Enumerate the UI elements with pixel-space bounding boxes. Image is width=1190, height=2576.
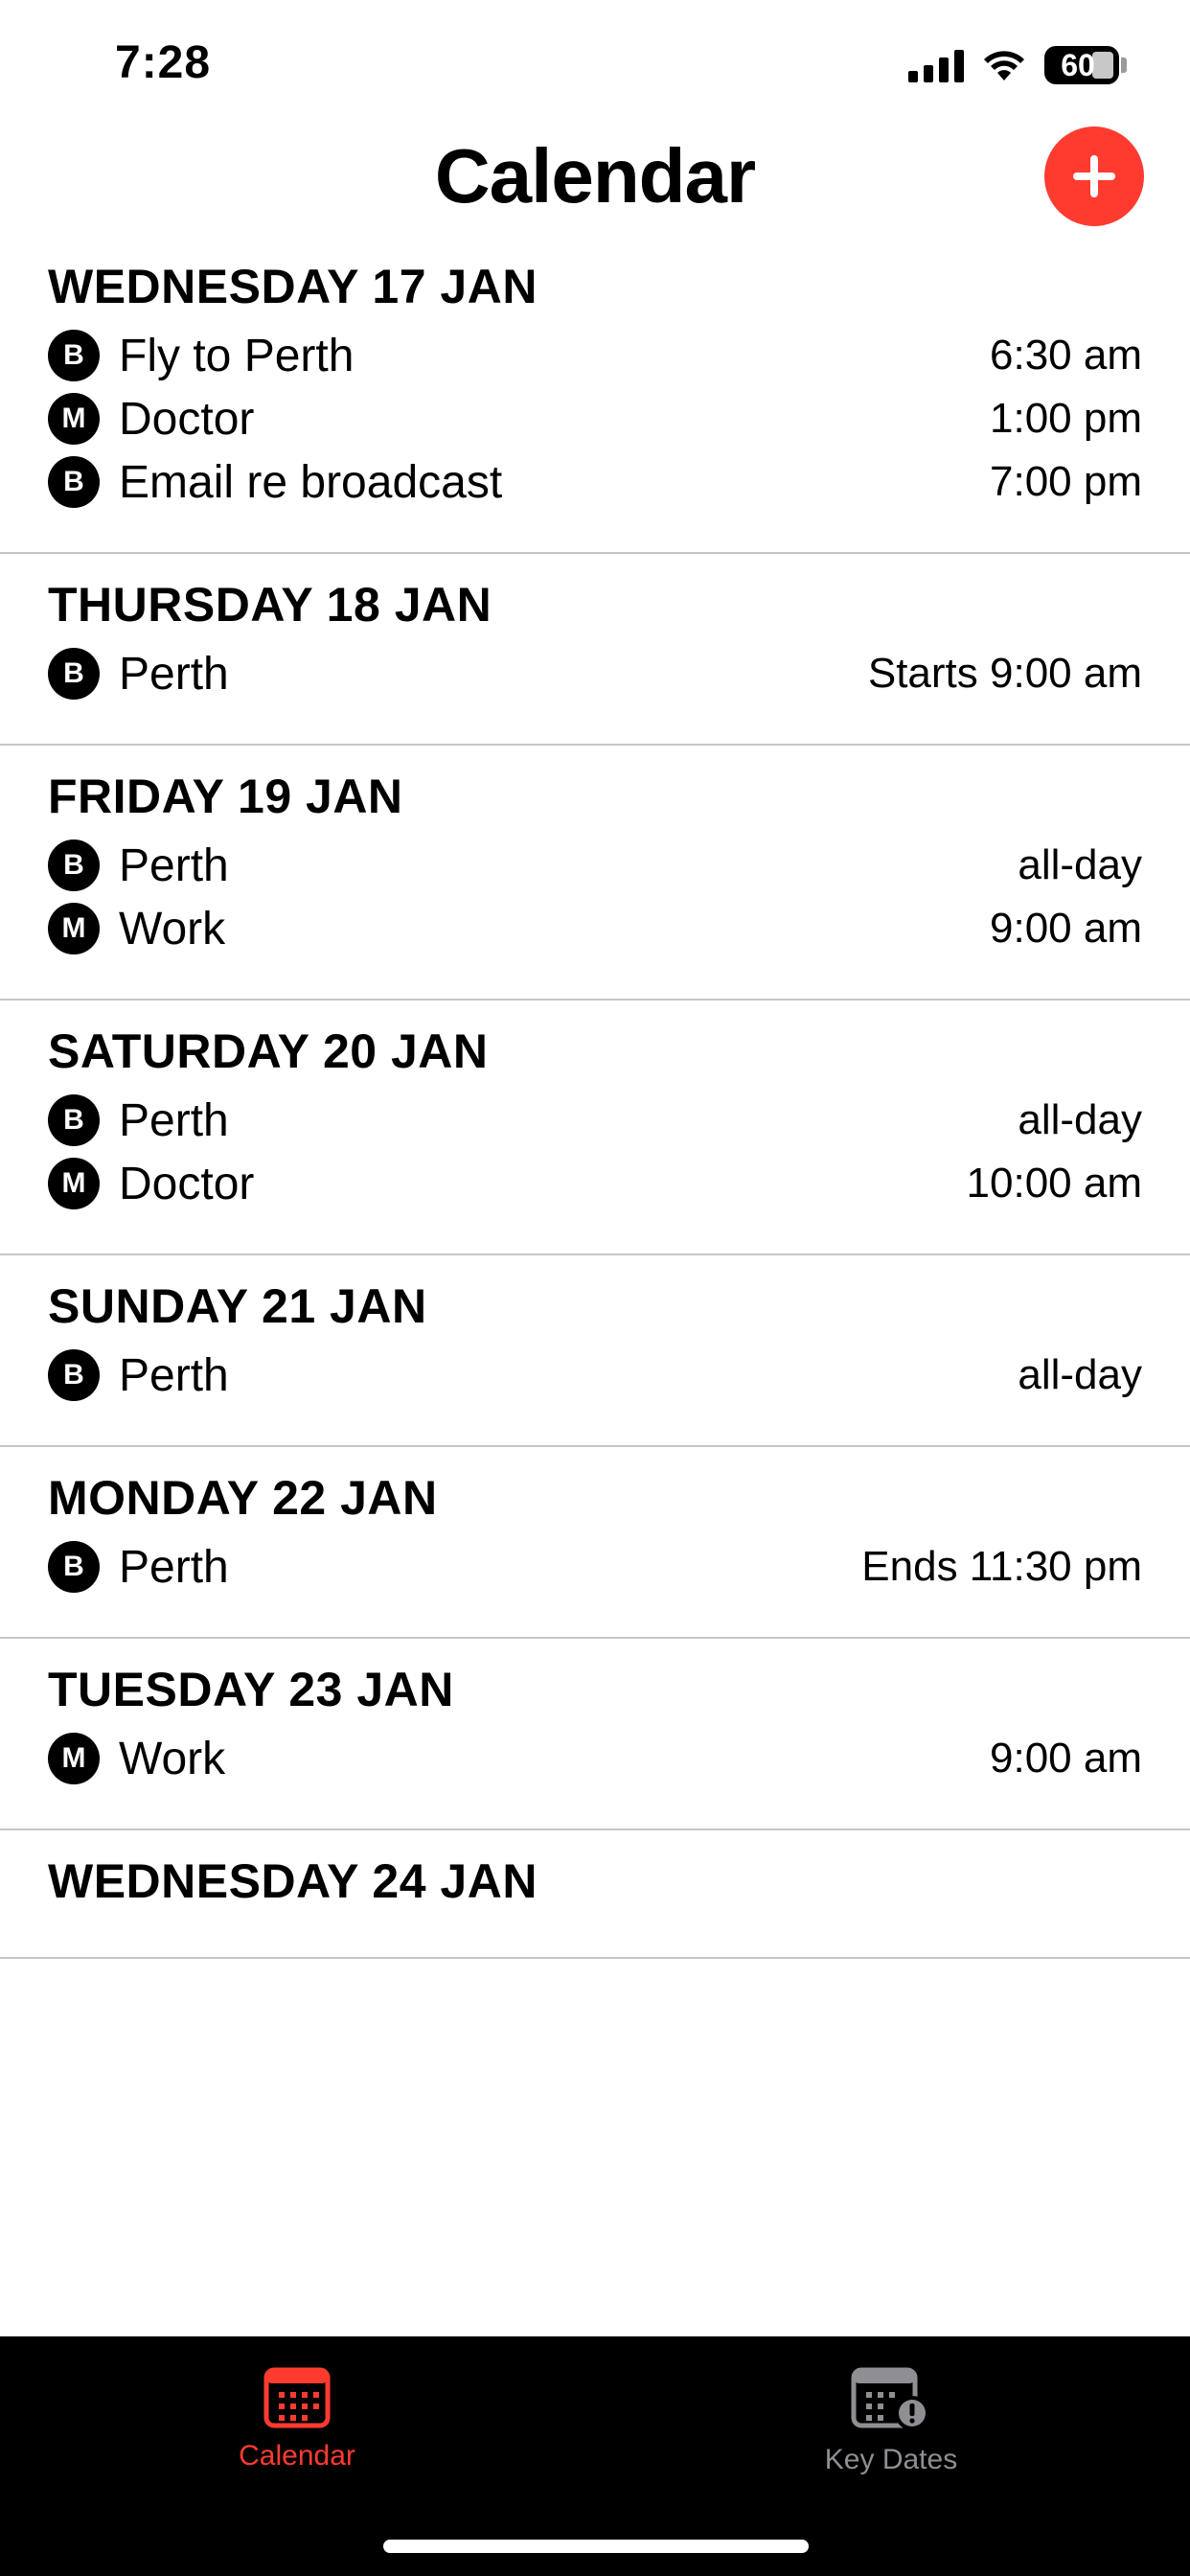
day-title: SATURDAY 20 JAN <box>48 1024 489 1078</box>
calendar-badge: B <box>48 648 100 700</box>
event-row[interactable]: B Fly to Perth 6:30 am <box>48 324 1142 387</box>
tab-calendar[interactable]: Calendar <box>153 2365 441 2472</box>
tab-key-dates-label: Key Dates <box>824 2444 958 2475</box>
day-title: FRIDAY 19 JAN <box>48 770 403 823</box>
calendar-badge: B <box>48 456 100 508</box>
calendar-badge: M <box>48 1158 100 1209</box>
day-title: MONDAY 22 JAN <box>48 1471 438 1525</box>
event-time: 9:00 am <box>990 1735 1142 1782</box>
day-section: SATURDAY 20 JAN B Perth all-day M Doctor 10:00… <box>0 1000 1190 1255</box>
day-title: WEDNESDAY 17 JAN <box>48 260 538 313</box>
day-section: TUESDAY 23 JAN M Work 9:00 am <box>0 1639 1190 1830</box>
day-section: WEDNESDAY 24 JAN <box>0 1830 1190 1959</box>
events-list[interactable]: WEDNESDAY 17 JAN B Fly to Perth 6:30 am M Doc… <box>0 240 1190 2336</box>
day-title: TUESDAY 23 JAN <box>48 1663 454 1716</box>
event-title: Doctor <box>119 1158 255 1209</box>
event-time: Ends 11:30 pm <box>861 1543 1142 1590</box>
event-title: Perth <box>119 648 229 700</box>
day-section: MONDAY 22 JAN B Perth Ends 11:30 pm <box>0 1447 1190 1639</box>
battery-icon: 60 <box>1044 46 1127 84</box>
event-row[interactable]: M Work 9:00 am <box>48 1727 1142 1790</box>
event-row[interactable]: B Perth all-day <box>48 1089 1142 1152</box>
calendar-badge: M <box>48 903 100 954</box>
event-title: Perth <box>119 1094 229 1146</box>
day-section: FRIDAY 19 JAN B Perth all-day M Work 9:00 am <box>0 746 1190 1000</box>
calendar-badge: B <box>48 1541 100 1593</box>
event-row[interactable]: B Perth all-day <box>48 1344 1142 1407</box>
day-title: THURSDAY 18 JAN <box>48 578 492 632</box>
calendar-badge: B <box>48 330 100 381</box>
calendar-badge: B <box>48 1094 100 1146</box>
status-time: 7:28 <box>115 37 212 88</box>
event-time: Starts 9:00 am <box>867 650 1142 697</box>
wifi-icon <box>981 48 1027 82</box>
event-title: Perth <box>119 1541 229 1593</box>
event-time: 9:00 am <box>990 905 1142 952</box>
event-time: all-day <box>1018 841 1142 888</box>
event-row[interactable]: B Perth Ends 11:30 pm <box>48 1535 1142 1598</box>
event-time: 10:00 am <box>966 1160 1142 1207</box>
tab-calendar-label: Calendar <box>239 2440 355 2472</box>
calendar-screen: 7:28 60 Calendar WEDNESDAY 17 JAN B Fly … <box>0 0 1190 2576</box>
status-icons: 60 <box>908 42 1127 88</box>
event-row[interactable]: B Email re broadcast 7:00 pm <box>48 450 1142 514</box>
day-title: SUNDAY 21 JAN <box>48 1279 427 1333</box>
tab-bar: Calendar Key Dates <box>0 2336 1190 2576</box>
home-indicator[interactable] <box>383 2540 809 2553</box>
day-section: SUNDAY 21 JAN B Perth all-day <box>0 1255 1190 1447</box>
day-section: THURSDAY 18 JAN B Perth Starts 9:00 am <box>0 554 1190 746</box>
calendar-badge: B <box>48 1349 100 1401</box>
event-row[interactable]: M Work 9:00 am <box>48 897 1142 960</box>
event-row[interactable]: M Doctor 10:00 am <box>48 1152 1142 1215</box>
calendar-alert-icon <box>851 2367 929 2430</box>
event-title: Fly to Perth <box>119 330 355 381</box>
event-row[interactable]: M Doctor 1:00 pm <box>48 387 1142 450</box>
event-title: Work <box>119 1733 226 1784</box>
add-event-button[interactable] <box>1044 126 1144 226</box>
event-title: Doctor <box>119 393 255 445</box>
event-title: Perth <box>119 1349 229 1401</box>
event-time: 6:30 am <box>990 332 1142 379</box>
event-title: Work <box>119 903 226 954</box>
calendar-icon <box>263 2367 331 2428</box>
calendar-badge: M <box>48 1733 100 1784</box>
tab-key-dates[interactable]: Key Dates <box>747 2365 1035 2476</box>
event-time: all-day <box>1018 1096 1142 1143</box>
status-bar: 7:28 60 <box>0 0 1190 125</box>
event-time: 7:00 pm <box>990 458 1142 505</box>
cellular-signal-icon <box>908 48 964 82</box>
nav-header: Calendar <box>0 125 1190 240</box>
calendar-badge: B <box>48 840 100 891</box>
calendar-badge: M <box>48 393 100 445</box>
event-time: all-day <box>1018 1351 1142 1398</box>
battery-level-text: 60 <box>1061 47 1095 82</box>
event-row[interactable]: B Perth all-day <box>48 834 1142 897</box>
event-row[interactable]: B Perth Starts 9:00 am <box>48 642 1142 705</box>
event-title: Perth <box>119 840 229 891</box>
page-title: Calendar <box>434 133 756 218</box>
event-time: 1:00 pm <box>990 395 1142 442</box>
day-title: WEDNESDAY 24 JAN <box>48 1854 538 1908</box>
day-section: WEDNESDAY 17 JAN B Fly to Perth 6:30 am M Doc… <box>0 240 1190 554</box>
plus-icon <box>1073 155 1115 197</box>
event-title: Email re broadcast <box>119 456 503 508</box>
